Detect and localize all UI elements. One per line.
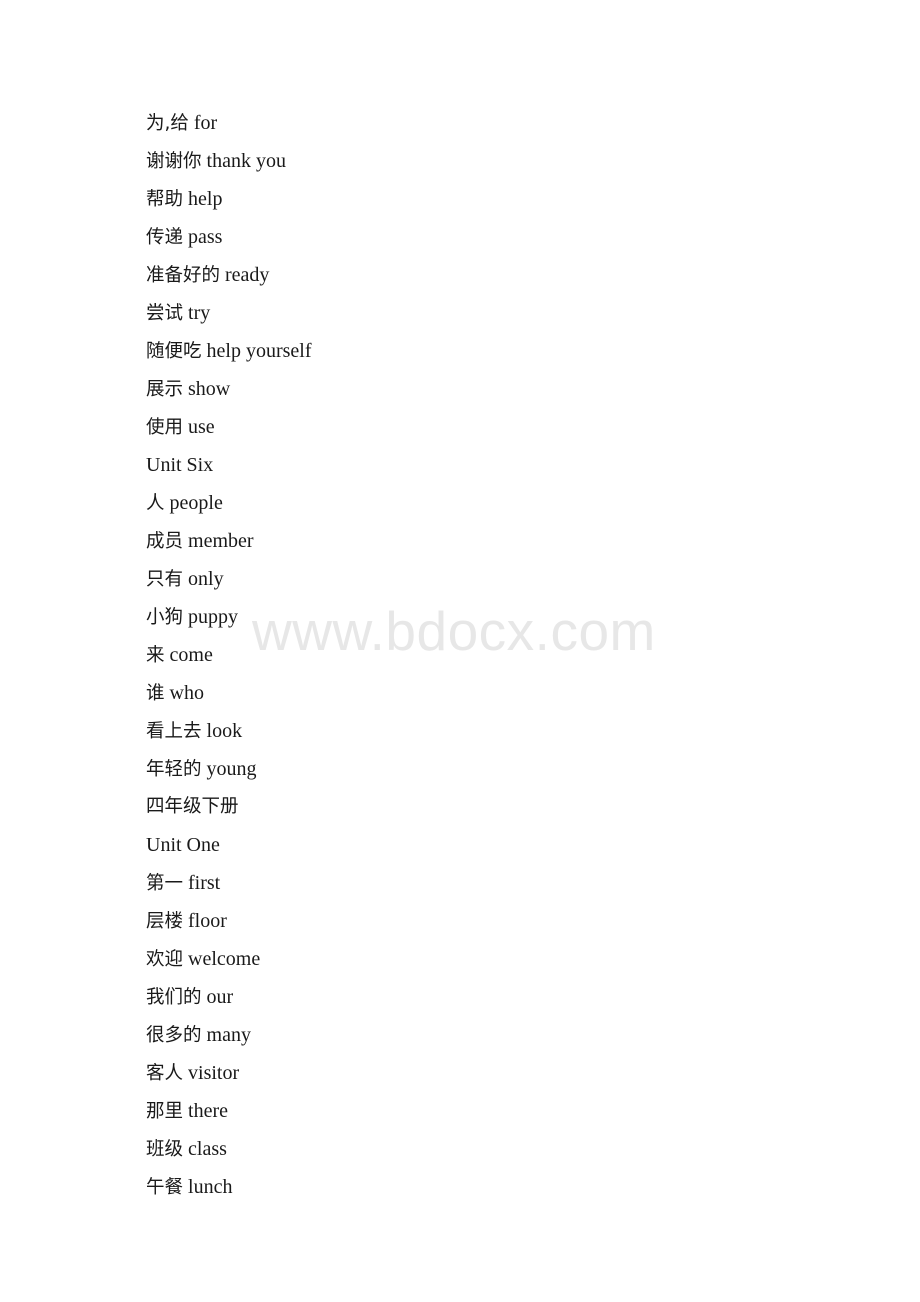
vocabulary-entry: 年轻的 young [146,750,880,788]
vocabulary-entry: 成员 member [146,522,880,560]
vocabulary-entry: 帮助 help [146,180,880,218]
entry-chinese: 很多的 [146,1025,202,1046]
vocabulary-entry: 客人 visitor [146,1054,880,1092]
vocabulary-entry: Unit Six [146,446,880,484]
entry-english: for [193,112,218,134]
entry-english: people [169,492,223,514]
vocabulary-list: 为,给 for 谢谢你 thank you 帮助 help 传递 pass 准备好的 ready 尝… [146,104,880,1206]
entry-chinese: 看上去 [146,721,202,742]
entry-chinese: 小狗 [146,607,184,628]
entry-english: young [206,758,257,780]
entry-english: there [188,1100,228,1122]
vocabulary-entry: 只有 only [146,560,880,598]
vocabulary-entry: 看上去 look [146,712,880,750]
vocabulary-entry: 尝试 try [146,294,880,332]
entry-english: pass [188,226,223,248]
entry-chinese: 客人 [146,1063,184,1084]
entry-chinese: 那里 [146,1101,184,1122]
vocabulary-entry: 第一 first [146,864,880,902]
entry-english: puppy [188,606,239,628]
entry-chinese: 准备好的 [146,265,221,286]
vocabulary-entry: 人 people [146,484,880,522]
entry-chinese: 我们的 [146,987,202,1008]
entry-english: who [169,682,204,704]
entry-chinese: 只有 [146,569,184,590]
vocabulary-entry: 班级 class [146,1130,880,1168]
vocabulary-entry: 四年级下册 [146,788,880,826]
vocabulary-entry: 午餐 lunch [146,1168,880,1206]
entry-english: many [206,1024,251,1046]
entry-chinese: 第一 [146,873,184,894]
entry-english: our [206,986,234,1008]
entry-chinese: 人 [146,493,165,514]
entry-english: first [188,872,221,894]
entry-english: look [206,720,243,742]
entry-english: welcome [188,948,261,970]
entry-chinese: 使用 [146,417,184,438]
vocabulary-entry: 谁 who [146,674,880,712]
entry-chinese: 层楼 [146,911,184,932]
entry-english: use [188,416,215,438]
entry-english: only [188,568,224,590]
vocabulary-entry: 为,给 for [146,104,880,142]
vocabulary-entry: 那里 there [146,1092,880,1130]
vocabulary-entry: 展示 show [146,370,880,408]
vocabulary-entry: 传递 pass [146,218,880,256]
vocabulary-entry: 很多的 many [146,1016,880,1054]
entry-english: come [169,644,213,666]
entry-english: visitor [188,1062,240,1084]
entry-chinese: 欢迎 [146,949,184,970]
vocabulary-entry: Unit One [146,826,880,864]
entry-chinese: 年轻的 [146,759,202,780]
entry-english: show [188,378,231,400]
entry-chinese: 来 [146,645,165,666]
vocabulary-entry: 使用 use [146,408,880,446]
entry-english: ready [225,264,270,286]
vocabulary-entry: 随便吃 help yourself [146,332,880,370]
entry-chinese: 班级 [146,1139,184,1160]
entry-english: help yourself [206,340,312,362]
vocabulary-entry: 来 come [146,636,880,674]
entry-chinese: 随便吃 [146,341,202,362]
entry-chinese: 谁 [146,683,165,704]
entry-chinese: 成员 [146,531,184,552]
entry-chinese: 传递 [146,227,184,248]
entry-chinese: 尝试 [146,303,184,324]
entry-english: help [188,188,223,210]
entry-chinese: 为,给 [146,113,189,134]
vocabulary-entry: 我们的 our [146,978,880,1016]
entry-english: lunch [188,1176,233,1198]
entry-chinese: 四年级下册 [146,796,239,817]
entry-chinese: 午餐 [146,1177,184,1198]
vocabulary-entry: 欢迎 welcome [146,940,880,978]
entry-english: try [188,302,211,324]
entry-chinese: 帮助 [146,189,184,210]
vocabulary-entry: 层楼 floor [146,902,880,940]
entry-english: member [188,530,254,552]
vocabulary-entry: 准备好的 ready [146,256,880,294]
entry-english: Unit Six [146,454,214,476]
entry-english: Unit One [146,834,220,856]
document-page: www.bdocx.com 为,给 for 谢谢你 thank you 帮助 help 传递… [0,0,920,1302]
entry-english: class [188,1138,227,1160]
vocabulary-entry: 小狗 puppy [146,598,880,636]
entry-english: floor [188,910,227,932]
vocabulary-entry: 谢谢你 thank you [146,142,880,180]
entry-chinese: 谢谢你 [146,151,202,172]
entry-english: thank you [206,150,286,172]
entry-chinese: 展示 [146,379,184,400]
